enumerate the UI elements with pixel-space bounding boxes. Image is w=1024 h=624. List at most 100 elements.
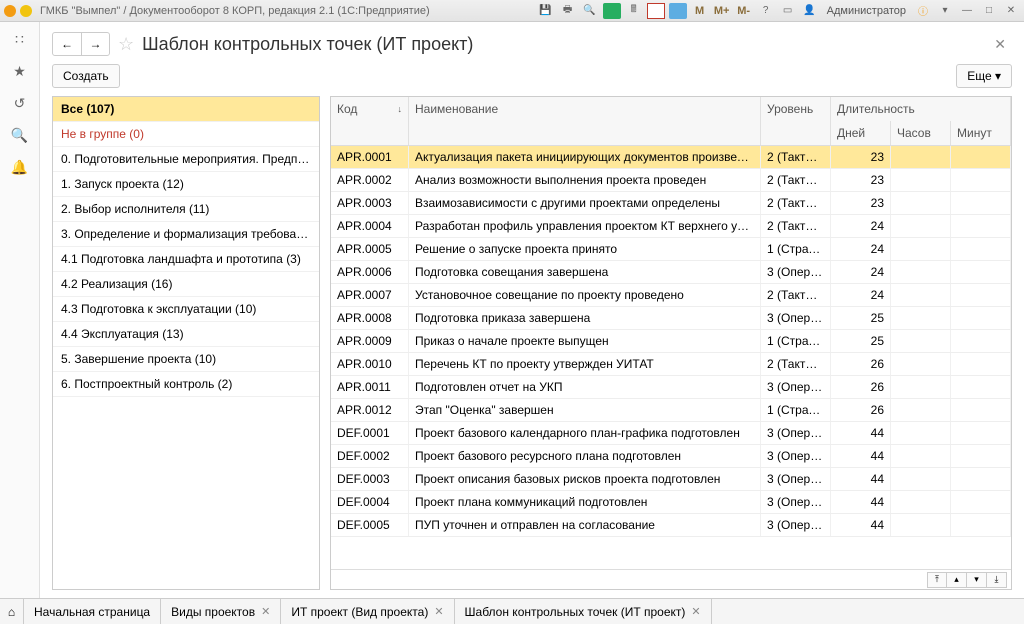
group-item[interactable]: 4.1 Подготовка ландшафта и прототипа (3) xyxy=(53,247,319,272)
minimize-button[interactable]: — xyxy=(958,3,976,19)
table-row[interactable]: APR.0012Этап "Оценка" завершен1 (Стратег… xyxy=(331,399,1011,422)
tab-close-icon[interactable]: ✕ xyxy=(261,605,270,618)
table-row[interactable]: DEF.0004Проект плана коммуникаций подгот… xyxy=(331,491,1011,514)
search-icon[interactable]: 🔍 xyxy=(581,3,599,19)
group-nogroup[interactable]: Не в группе (0) xyxy=(53,122,319,147)
table-row[interactable]: APR.0001Актуализация пакета инициирующих… xyxy=(331,146,1011,169)
group-item[interactable]: 6. Постпроектный контроль (2) xyxy=(53,372,319,397)
maximize-button[interactable]: □ xyxy=(980,3,998,19)
table-row[interactable]: APR.0003Взаимозависимости с другими прое… xyxy=(331,192,1011,215)
memory-m-button[interactable]: M xyxy=(691,3,709,19)
cell-name: Перечень КТ по проекту утвержден УИТАТ xyxy=(409,353,761,375)
nav-back-button[interactable]: ← xyxy=(53,33,81,55)
calculator-icon[interactable]: 🖩 xyxy=(625,3,643,19)
calendar-icon[interactable] xyxy=(647,3,665,19)
history-icon[interactable]: ↺ xyxy=(11,94,29,112)
scroll-down-button[interactable]: ▾ xyxy=(967,572,987,588)
cell-days: 24 xyxy=(831,238,891,260)
cell-hours xyxy=(891,376,951,398)
group-item[interactable]: 3. Определение и формализация требований… xyxy=(53,222,319,247)
window-tab[interactable]: ИТ проект (Вид проекта)✕ xyxy=(281,599,454,624)
tab-label: Начальная страница xyxy=(34,605,150,619)
cell-hours xyxy=(891,284,951,306)
dropdown-icon[interactable]: ▾ xyxy=(936,3,954,19)
cell-level: 2 (Тактиче… xyxy=(761,146,831,168)
more-button[interactable]: Еще ▾ xyxy=(956,64,1012,88)
save-icon[interactable]: 💾 xyxy=(537,3,555,19)
memory-mminus-button[interactable]: M- xyxy=(735,3,753,19)
home-tab-icon[interactable]: ⌂ xyxy=(0,599,24,624)
close-page-button[interactable]: ✕ xyxy=(988,36,1012,53)
table-row[interactable]: APR.0011Подготовлен отчет на УКП3 (Опера… xyxy=(331,376,1011,399)
cell-hours xyxy=(891,307,951,329)
table-row[interactable]: APR.0007Установочное совещание по проект… xyxy=(331,284,1011,307)
memory-mplus-button[interactable]: M+ xyxy=(713,3,731,19)
tab-close-icon[interactable]: ✕ xyxy=(434,605,443,618)
col-days[interactable]: Дней xyxy=(831,121,891,145)
group-item[interactable]: 0. Подготовительные мероприятия. Предпро… xyxy=(53,147,319,172)
favorite-star-icon[interactable]: ☆ xyxy=(118,34,134,55)
col-duration[interactable]: Длительность xyxy=(831,97,1011,121)
group-item[interactable]: 1. Запуск проекта (12) xyxy=(53,172,319,197)
app-icon-secondary xyxy=(20,5,32,17)
cell-hours xyxy=(891,399,951,421)
apps-icon[interactable]: ∷ xyxy=(11,30,29,48)
col-hours[interactable]: Часов xyxy=(891,121,951,145)
user-label[interactable]: Администратор xyxy=(827,5,906,17)
cell-name: Анализ возможности выполнения проекта пр… xyxy=(409,169,761,191)
col-minutes[interactable]: Минут xyxy=(951,121,1011,145)
notifications-icon[interactable]: 🔔 xyxy=(11,158,29,176)
panel-icon[interactable]: ▭ xyxy=(779,3,797,19)
info-icon[interactable]: ⓘ xyxy=(914,3,932,19)
cell-minutes xyxy=(951,353,1011,375)
print-icon[interactable]: 🖶 xyxy=(559,3,577,19)
cell-days: 24 xyxy=(831,261,891,283)
cell-name: ПУП уточнен и отправлен на согласование xyxy=(409,514,761,536)
grid-icon[interactable] xyxy=(669,3,687,19)
window-tab[interactable]: Шаблон контрольных точек (ИТ проект)✕ xyxy=(455,599,712,624)
favorites-icon[interactable]: ★ xyxy=(11,62,29,80)
cell-minutes xyxy=(951,284,1011,306)
table-row[interactable]: APR.0009Приказ о начале проекте выпущен1… xyxy=(331,330,1011,353)
table-row[interactable]: APR.0006Подготовка совещания завершена3 … xyxy=(331,261,1011,284)
window-tab[interactable]: Начальная страница xyxy=(24,599,161,624)
close-window-button[interactable]: ✕ xyxy=(1002,3,1020,19)
groups-panel: Все (107) Не в группе (0) 0. Подготовите… xyxy=(52,96,320,590)
nav-forward-button[interactable]: → xyxy=(81,33,109,55)
window-titlebar: ГМКБ "Вымпел" / Документооборот 8 КОРП, … xyxy=(0,0,1024,22)
table-row[interactable]: DEF.0005ПУП уточнен и отправлен на согла… xyxy=(331,514,1011,537)
group-item[interactable]: 4.4 Эксплуатация (13) xyxy=(53,322,319,347)
group-item[interactable]: 2. Выбор исполнителя (11) xyxy=(53,197,319,222)
create-button[interactable]: Создать xyxy=(52,64,120,88)
window-tab[interactable]: Виды проектов✕ xyxy=(161,599,281,624)
table-row[interactable]: DEF.0001Проект базового календарного пла… xyxy=(331,422,1011,445)
scroll-top-button[interactable]: ⤒ xyxy=(927,572,947,588)
cell-hours xyxy=(891,353,951,375)
tab-close-icon[interactable]: ✕ xyxy=(691,605,700,618)
col-name[interactable]: Наименование xyxy=(409,97,761,121)
link-icon[interactable] xyxy=(603,3,621,19)
table-row[interactable]: APR.0008Подготовка приказа завершена3 (О… xyxy=(331,307,1011,330)
group-item[interactable]: 5. Завершение проекта (10) xyxy=(53,347,319,372)
app-icon-1c xyxy=(4,5,16,17)
cell-code: APR.0007 xyxy=(331,284,409,306)
scroll-up-button[interactable]: ▴ xyxy=(947,572,967,588)
col-code[interactable]: Код↓ xyxy=(331,97,409,121)
table-row[interactable]: APR.0004Разработан профиль управления пр… xyxy=(331,215,1011,238)
group-item[interactable]: 4.3 Подготовка к эксплуатации (10) xyxy=(53,297,319,322)
table-row[interactable]: APR.0010Перечень КТ по проекту утвержден… xyxy=(331,353,1011,376)
group-item[interactable]: 4.2 Реализация (16) xyxy=(53,272,319,297)
sort-asc-icon: ↓ xyxy=(398,104,403,114)
table-row[interactable]: APR.0005Решение о запуске проекта принят… xyxy=(331,238,1011,261)
sidebar-rail: ∷ ★ ↺ 🔍 🔔 xyxy=(0,22,40,598)
cell-minutes xyxy=(951,491,1011,513)
group-all[interactable]: Все (107) xyxy=(53,97,319,122)
search-rail-icon[interactable]: 🔍 xyxy=(11,126,29,144)
table-row[interactable]: DEF.0002Проект базового ресурсного плана… xyxy=(331,445,1011,468)
scroll-bottom-button[interactable]: ⤓ xyxy=(987,572,1007,588)
col-level[interactable]: Уровень xyxy=(761,97,831,121)
help-icon[interactable]: ? xyxy=(757,3,775,19)
table-row[interactable]: DEF.0003Проект описания базовых рисков п… xyxy=(331,468,1011,491)
table-row[interactable]: APR.0002Анализ возможности выполнения пр… xyxy=(331,169,1011,192)
cell-name: Взаимозависимости с другими проектами оп… xyxy=(409,192,761,214)
